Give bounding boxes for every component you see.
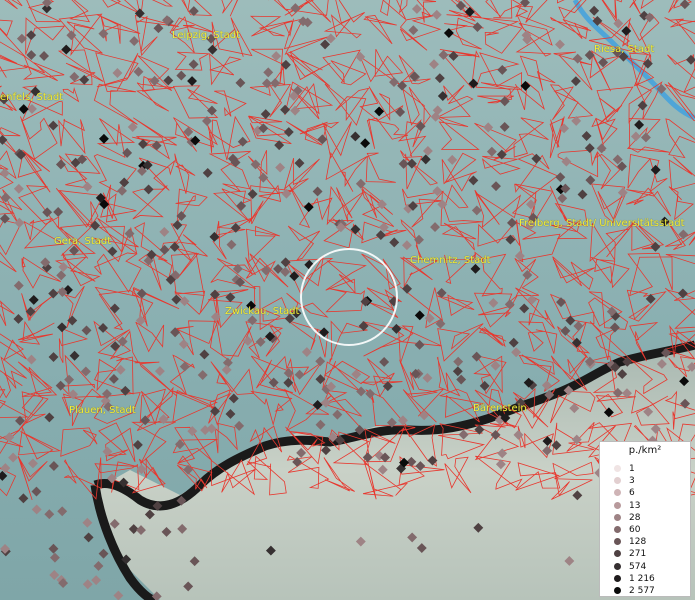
legend-swatch — [614, 587, 621, 594]
legend-label: 60 — [629, 525, 641, 535]
city-label-gera: Gera, Stadt — [54, 236, 112, 247]
legend-label: 3 — [629, 476, 635, 487]
map-canvas — [0, 0, 695, 600]
legend-label: 1 — [629, 464, 635, 474]
legend-label: 6 — [629, 488, 635, 499]
city-label-riesa: Riesa, Stadt — [594, 44, 655, 55]
legend-item: 1 — [614, 464, 635, 475]
legend-label: 13 — [629, 500, 641, 511]
city-label-enfels: enfels, Stadt — [0, 92, 64, 103]
legend-label: 271 — [629, 549, 647, 560]
city-label-leipzig: Leipzig, Stadt — [172, 30, 241, 41]
legend-swatch — [614, 526, 621, 533]
city-label-plauen: Plauen, Stadt — [69, 405, 136, 416]
legend-label: 2 577 — [629, 586, 655, 596]
legend-item: 271 — [614, 549, 646, 560]
legend-swatch — [614, 489, 621, 497]
legend-label: 1 216 — [629, 573, 655, 584]
population-density-map[interactable]: Leipzig, Stadt Riesa, Stadt enfels, Stad… — [0, 0, 695, 600]
legend-item: 3 — [614, 476, 635, 487]
legend-label: 574 — [629, 561, 647, 572]
legend-swatch — [614, 574, 621, 582]
density-legend: p./km² 1 3 6 13 28 60 128 271 574 1 216 2 577 — [599, 441, 691, 597]
legend-swatch — [614, 550, 621, 558]
legend-swatch — [614, 501, 621, 509]
city-label-barenstein: Bärenstein — [473, 403, 527, 414]
legend-swatch — [614, 562, 621, 570]
legend-item: 60 — [614, 525, 640, 536]
legend-label: 28 — [629, 512, 641, 523]
legend-item: 128 — [614, 537, 646, 548]
legend-item: 13 — [614, 501, 640, 512]
legend-item: 574 — [614, 562, 646, 573]
legend-swatch — [614, 465, 621, 472]
city-label-zwickau: Zwickau, Stadt — [225, 306, 300, 317]
legend-item: 28 — [614, 513, 640, 524]
city-label-chemnitz: Chemnitz, Stadt — [410, 255, 491, 266]
legend-item: 1 216 — [614, 574, 655, 585]
legend-swatch — [614, 477, 621, 485]
legend-title: p./km² — [628, 445, 662, 456]
legend-swatch — [614, 513, 621, 521]
legend-item: 2 577 — [614, 586, 655, 597]
legend-label: 128 — [629, 537, 647, 548]
city-label-freiberg: Freiberg, Stadt/ Universitätsstadt — [519, 218, 685, 229]
legend-item: 6 — [614, 488, 635, 499]
legend-swatch — [614, 538, 621, 546]
